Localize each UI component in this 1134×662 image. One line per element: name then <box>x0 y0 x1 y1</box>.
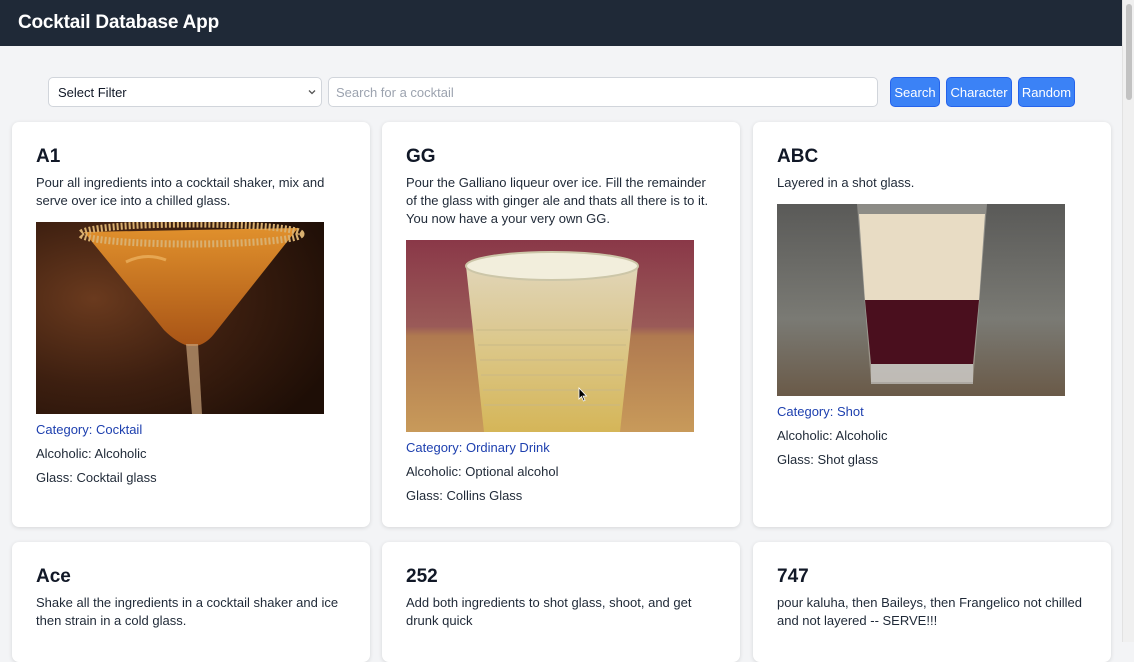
app-title: Cocktail Database App <box>18 12 219 33</box>
app-header: Cocktail Database App <box>0 0 1122 46</box>
search-controls: Select Filter Search Character Random <box>48 77 1075 107</box>
cocktail-instructions: Shake all the ingredients in a cocktail … <box>36 595 339 628</box>
character-button[interactable]: Character <box>946 77 1012 107</box>
scrollbar-thumb[interactable] <box>1126 4 1132 100</box>
cocktail-image <box>36 222 324 414</box>
alcoholic-label: Alcoholic: Alcoholic <box>36 446 147 461</box>
cocktail-instructions: Pour all ingredients into a cocktail sha… <box>36 175 325 208</box>
cocktail-card: 747 pour kaluha, then Baileys, then Fran… <box>753 542 1111 662</box>
cocktail-instructions: Add both ingredients to shot glass, shoo… <box>406 595 692 628</box>
cocktail-name: 252 <box>406 566 438 587</box>
cocktail-name: A1 <box>36 146 61 167</box>
chevron-down-icon <box>308 90 316 95</box>
alcoholic-label: Alcoholic: Optional alcohol <box>406 464 559 479</box>
category-label[interactable]: Category: Shot <box>777 404 864 420</box>
category-label[interactable]: Category: Cocktail <box>36 422 142 438</box>
search-input[interactable] <box>328 77 878 107</box>
cocktail-card: A1 Pour all ingredients into a cocktail … <box>12 122 370 527</box>
glass-label: Glass: Shot glass <box>777 452 879 467</box>
cocktail-instructions: Pour the Galliano liqueur over ice. Fill… <box>406 175 709 226</box>
glass-label: Glass: Cocktail glass <box>36 470 157 485</box>
alcoholic-label: Alcoholic: Alcoholic <box>777 428 888 443</box>
cocktail-image <box>406 240 694 432</box>
cocktail-image <box>777 204 1065 396</box>
mouse-cursor-icon <box>578 387 588 402</box>
cocktail-instructions: Layered in a shot glass. <box>777 175 915 190</box>
cocktail-card: Ace Shake all the ingredients in a cockt… <box>12 542 370 662</box>
cocktail-name: 747 <box>777 566 809 587</box>
category-label[interactable]: Category: Ordinary Drink <box>406 440 550 456</box>
cocktail-name: Ace <box>36 566 71 587</box>
filter-select[interactable]: Select Filter <box>48 77 322 107</box>
cocktail-card: ABC Layered in a shot glass. Category: S… <box>753 122 1111 527</box>
cocktail-card: GG Pour the Galliano liqueur over ice. F… <box>382 122 740 527</box>
filter-select-value: Select Filter <box>58 84 127 100</box>
cocktail-name: GG <box>406 146 436 167</box>
glass-label: Glass: Collins Glass <box>406 488 523 503</box>
cocktail-name: ABC <box>777 146 819 167</box>
page-scrollbar[interactable] <box>1122 0 1134 642</box>
random-button[interactable]: Random <box>1018 77 1075 107</box>
search-button[interactable]: Search <box>890 77 940 107</box>
cocktail-card: 252 Add both ingredients to shot glass, … <box>382 542 740 662</box>
cocktail-instructions: pour kaluha, then Baileys, then Frangeli… <box>777 595 1082 628</box>
